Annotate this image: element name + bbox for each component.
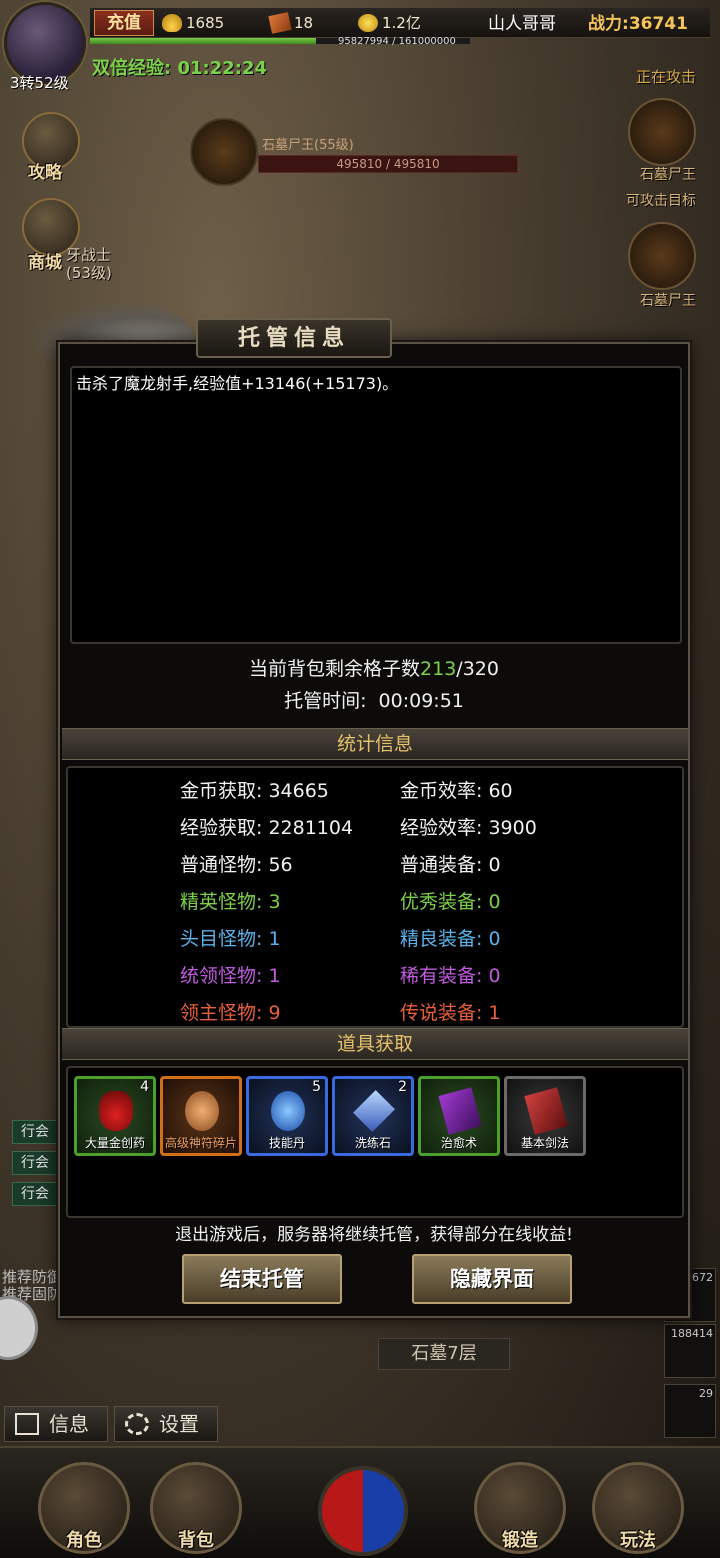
hp-mp-orb: [318, 1466, 408, 1556]
log-line: 击杀了魔龙射手,经验值+13146(+15173)。: [76, 374, 399, 393]
coin-icon: [358, 14, 378, 32]
exp-text: 95827994 / 161000000: [338, 36, 456, 47]
ticket-counter: 18: [268, 11, 313, 35]
item-slot[interactable]: 治愈术: [418, 1076, 500, 1156]
guild-chip[interactable]: 行会: [12, 1120, 58, 1144]
stat-leader-monster: 统领怪物: 1: [180, 965, 281, 987]
ingot-counter: 1685: [160, 11, 224, 35]
attackable-targets-label: 可攻击目标: [626, 193, 696, 209]
items-header: 道具获取: [62, 1028, 688, 1060]
mob-name: 牙战士 (53级): [66, 246, 112, 282]
modal-title-plate: 托管信息: [196, 318, 392, 358]
rune-shard-icon: [185, 1091, 219, 1131]
hide-panel-button[interactable]: 隐藏界面: [412, 1254, 572, 1304]
bag-slots: 当前背包剩余格子数213/320: [249, 658, 499, 680]
guild-chip[interactable]: 行会: [12, 1151, 58, 1175]
gear-icon: [125, 1413, 149, 1435]
combat-power: 战力:36741: [588, 14, 688, 34]
stat-chief-monster: 头目怪物: 1: [180, 928, 281, 950]
stat-good-equip: 优秀装备: 0: [400, 891, 501, 913]
nav-label: 玩法: [620, 1530, 656, 1551]
skillbook-icon: [524, 1087, 568, 1135]
floor-label: 石墓7层: [378, 1338, 510, 1370]
stats-header: 统计信息: [62, 728, 688, 760]
end-hosting-button[interactable]: 结束托管: [182, 1254, 342, 1304]
nav-label: 背包: [178, 1530, 214, 1551]
settings-button[interactable]: 设置: [114, 1406, 218, 1442]
stat-normal-monster: 普通怪物: 56: [180, 854, 293, 876]
stat-lord-monster: 领主怪物: 9: [180, 1002, 281, 1024]
target-name-1: 石墓尸王: [640, 167, 696, 183]
stats-panel: [66, 766, 684, 1028]
target-portrait-2[interactable]: [628, 222, 696, 290]
guild-chip[interactable]: 行会: [12, 1182, 58, 1206]
skill-pill-icon: [271, 1091, 305, 1131]
stat-normal-equip: 普通装备: 0: [400, 854, 501, 876]
ingot-icon: [162, 14, 182, 32]
info-icon: [15, 1413, 39, 1435]
target-name-2: 石墓尸王: [640, 293, 696, 309]
spellbook-icon: [438, 1087, 482, 1135]
guide-label: 攻略: [28, 163, 62, 183]
gold-counter: 1.2亿: [356, 11, 421, 35]
item-slot[interactable]: 基本剑法: [504, 1076, 586, 1156]
stat-fine-equip: 精良装备: 0: [400, 928, 501, 950]
boss-name: 石墓尸王(55级): [262, 138, 354, 153]
nav-label: 角色: [66, 1530, 102, 1551]
hosting-notice: 退出游戏后，服务器将继续托管，获得部分在线收益!: [175, 1225, 573, 1245]
info-button[interactable]: 信息: [4, 1406, 108, 1442]
double-exp-timer: 双倍经验: 01:22:24: [92, 58, 268, 79]
attacking-status: 正在攻击: [636, 68, 697, 86]
hosting-time: 托管时间: 00:09:51: [284, 690, 464, 712]
recharge-button[interactable]: 充值: [94, 10, 154, 36]
right-slot[interactable]: 29: [664, 1384, 716, 1438]
exp-bar-fill: [90, 38, 317, 44]
stat-elite-monster: 精英怪物: 3: [180, 891, 281, 913]
potion-icon: [99, 1091, 133, 1131]
item-slot[interactable]: 2 洗练石: [332, 1076, 414, 1156]
item-slot[interactable]: 5 技能丹: [246, 1076, 328, 1156]
ticket-icon: [268, 12, 292, 34]
modal-title: 托管信息: [237, 325, 350, 351]
username: 山人哥哥: [488, 14, 556, 34]
item-slot[interactable]: 高级神符碎片: [160, 1076, 242, 1156]
stat-exp-get: 经验获取: 2281104: [180, 817, 354, 839]
shop-label: 商城: [28, 253, 62, 273]
player-level: 3转52级: [10, 74, 69, 92]
boss-portrait: [190, 118, 258, 186]
stat-gold-get: 金币获取: 34665: [180, 780, 329, 802]
stat-legend-equip: 传说装备: 1: [400, 1002, 501, 1024]
stat-gold-rate: 金币效率: 60: [400, 780, 513, 802]
item-slot[interactable]: 4 大量金创药: [74, 1076, 156, 1156]
nav-label: 锻造: [502, 1530, 538, 1551]
target-portrait-1[interactable]: [628, 98, 696, 166]
boss-hp-bar: 495810 / 495810: [258, 155, 518, 173]
expand-arrow-button[interactable]: [0, 1296, 38, 1360]
stat-rare-equip: 稀有装备: 0: [400, 965, 501, 987]
stat-exp-rate: 经验效率: 3900: [400, 817, 537, 839]
right-slot[interactable]: 188414: [664, 1324, 716, 1378]
log-panel: [70, 366, 682, 644]
refine-stone-icon: [353, 1090, 395, 1132]
